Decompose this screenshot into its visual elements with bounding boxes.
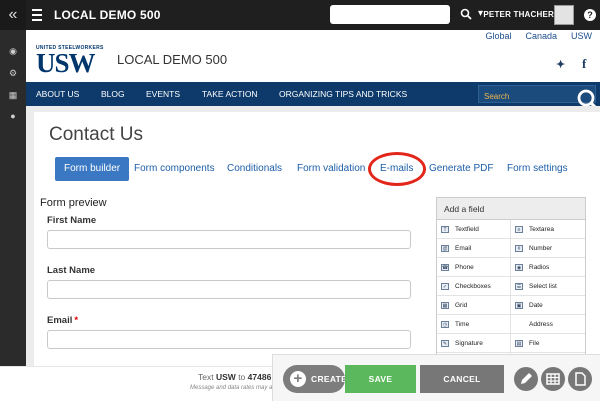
add-field-select-list[interactable]: ☰ Select list: [511, 277, 585, 296]
add-field-grid[interactable]: ▦ Grid: [437, 296, 511, 315]
text-promo-line: Text USW to 47486: [198, 372, 272, 382]
site-name: LOCAL DEMO 500: [117, 52, 228, 67]
add-field-radios[interactable]: ◉ Radios: [511, 258, 585, 277]
admin-bar: LOCAL DEMO 500 ▾ PETER THACHER ?: [26, 0, 600, 30]
add-field-label: Email: [455, 245, 472, 252]
last-name-label: Last Name: [47, 265, 96, 276]
twitter-icon[interactable]: ✦: [556, 58, 565, 71]
tab-form-settings[interactable]: Form settings: [507, 157, 568, 181]
admin-search-input[interactable]: [330, 5, 450, 24]
tab-form-builder[interactable]: Form builder: [55, 157, 130, 181]
add-field-label: Textfield: [455, 226, 479, 233]
hamburger-icon[interactable]: [32, 9, 42, 21]
add-field-title: Add a field: [437, 198, 585, 220]
add-field-label: Textarea: [529, 226, 554, 233]
link-canada[interactable]: Canada: [525, 31, 557, 41]
add-field-phone[interactable]: ☎ Phone: [437, 258, 511, 277]
add-field-checkboxes[interactable]: ✓ Checkboxes: [437, 277, 511, 296]
nav-about-us[interactable]: ABOUT US: [36, 89, 79, 99]
add-field-label: Checkboxes: [455, 283, 491, 290]
phone-icon: ☎: [441, 264, 449, 271]
help-icon[interactable]: ?: [584, 9, 596, 21]
add-field-signature[interactable]: ✎ Signature: [437, 334, 511, 353]
page-title: Contact Us: [49, 124, 143, 145]
number-icon: #: [515, 245, 523, 252]
textarea-icon: ≡: [515, 226, 523, 233]
save-button[interactable]: SAVE: [345, 365, 416, 393]
tab-conditionals[interactable]: Conditionals: [227, 157, 282, 181]
link-usw[interactable]: USW: [571, 31, 592, 41]
plus-icon: +: [290, 371, 306, 387]
add-field-label: Date: [529, 302, 543, 309]
add-field-date[interactable]: ▣ Date: [511, 296, 585, 315]
file-icon: ▤: [515, 340, 523, 347]
admin-site-name[interactable]: LOCAL DEMO 500: [54, 8, 161, 22]
textfield-icon: T: [441, 226, 449, 233]
search-icon[interactable]: [460, 8, 472, 20]
add-field-label: Grid: [455, 302, 468, 309]
add-field-time[interactable]: ◷ Time: [437, 315, 511, 334]
last-name-field[interactable]: [47, 280, 411, 299]
required-marker: *: [74, 315, 79, 326]
edit-icon[interactable]: [514, 367, 538, 391]
add-field-number[interactable]: # Number: [511, 239, 585, 258]
highlight-circle: [368, 152, 426, 186]
add-field-label: Time: [455, 321, 470, 328]
nav-organizing-tips[interactable]: ORGANIZING TIPS AND TRICKS: [279, 89, 407, 99]
add-field-address[interactable]: Address: [511, 315, 585, 334]
grid-icon: ▦: [441, 302, 449, 309]
email-label: Email *: [47, 315, 79, 326]
tab-form-components[interactable]: Form components: [134, 157, 215, 181]
collapse-icon[interactable]: «: [0, 0, 26, 30]
admin-sidebar: « ◉ ⚙ ▦ ●: [0, 0, 26, 401]
email-field[interactable]: [47, 330, 411, 349]
region-links: Global Canada USW: [471, 31, 592, 41]
add-field-label: Address: [529, 321, 553, 328]
text-promo-disclaimer: Message and data rates may ap: [190, 385, 276, 391]
add-field-label: Radios: [529, 264, 550, 271]
user-icon[interactable]: ●: [8, 111, 18, 121]
text-promo: Text USW to 47486 Message and data rates…: [0, 366, 276, 401]
nav-take-action[interactable]: TAKE ACTION: [202, 89, 258, 99]
first-name-field[interactable]: [47, 230, 411, 249]
sitemap-icon[interactable]: ▦: [8, 90, 18, 100]
create-button[interactable]: + CREATE: [283, 365, 347, 393]
add-field-label: File: [529, 340, 540, 347]
add-field-panel: Add a field T Textfield ≡ Textarea @ Email # Nu…: [436, 197, 586, 367]
table-icon[interactable]: [541, 367, 565, 391]
add-field-file[interactable]: ▤ File: [511, 334, 585, 353]
usw-logo[interactable]: UNITED STEELWORKERS USW: [36, 45, 108, 77]
nav-blog[interactable]: BLOG: [101, 89, 125, 99]
avatar[interactable]: [554, 5, 574, 25]
add-field-label: Select list: [529, 283, 557, 290]
date-icon: ▣: [515, 302, 523, 309]
cancel-button[interactable]: CANCEL: [420, 365, 504, 393]
form-preview-title: Form preview: [40, 197, 107, 209]
user-name[interactable]: PETER THACHER: [478, 10, 554, 19]
palette-icon[interactable]: ◉: [8, 46, 18, 56]
add-field-email[interactable]: @ Email: [437, 239, 511, 258]
action-bar: + CREATE SAVE CANCEL: [272, 354, 600, 401]
add-field-label: Number: [529, 245, 553, 252]
time-icon: ◷: [441, 321, 449, 328]
signature-icon: ✎: [441, 340, 449, 347]
add-field-textfield[interactable]: T Textfield: [437, 220, 511, 239]
facebook-icon[interactable]: f: [582, 56, 586, 72]
tab-generate-pdf[interactable]: Generate PDF: [429, 157, 493, 181]
radio-icon: ◉: [515, 264, 523, 271]
add-field-textarea[interactable]: ≡ Textarea: [511, 220, 585, 239]
first-name-label: First Name: [47, 215, 97, 226]
add-field-label: Signature: [455, 340, 483, 347]
link-global[interactable]: Global: [485, 31, 511, 41]
nav-events[interactable]: EVENTS: [146, 89, 180, 99]
document-icon[interactable]: [568, 367, 592, 391]
main-nav: ABOUT US BLOG EVENTS TAKE ACTION ORGANIZ…: [26, 82, 600, 106]
email-icon: @: [441, 245, 449, 252]
add-field-label: Phone: [455, 264, 474, 271]
select-list-icon: ☰: [515, 283, 523, 290]
tab-form-validation[interactable]: Form validation: [297, 157, 365, 181]
gear-icon[interactable]: ⚙: [8, 68, 18, 78]
checkbox-icon: ✓: [441, 283, 449, 290]
